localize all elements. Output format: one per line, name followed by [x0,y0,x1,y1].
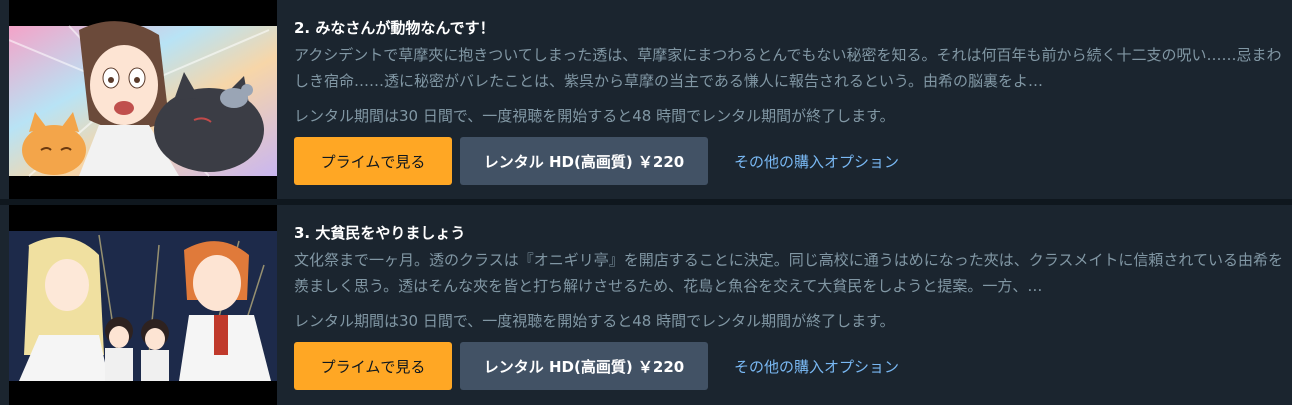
episode-title[interactable]: 3. 大貧民をやりましょう [294,219,465,247]
more-purchase-options-link[interactable]: その他の購入オプション [734,356,899,377]
episode-thumbnail[interactable] [9,205,277,405]
episode-list: 2. みなさんが動物なんです！ アクシデントで草摩夾に抱きついてしまった透は、草… [0,0,1292,405]
episode-thumbnail[interactable] [9,0,277,199]
episode-actions: プライムで見る レンタル HD(高画質) ￥220 その他の購入オプション [294,342,899,390]
episode-synopsis: 文化祭まで一ヶ月。透のクラスは『オニギリ亭』を開店することに決定。同じ高校に通う… [294,251,1283,295]
rent-hd-button[interactable]: レンタル HD(高画質) ￥220 [460,137,708,185]
episode-actions: プライムで見る レンタル HD(高画質) ￥220 その他の購入オプション [294,137,899,185]
episode-card: 2. みなさんが動物なんです！ アクシデントで草摩夾に抱きついてしまった透は、草… [0,0,1292,199]
more-purchase-options-link[interactable]: その他の購入オプション [734,151,899,172]
episode-title[interactable]: 2. みなさんが動物なんです！ [294,14,495,42]
watch-with-prime-button[interactable]: プライムで見る [294,137,452,185]
rent-hd-button[interactable]: レンタル HD(高画質) ￥220 [460,342,708,390]
rental-note: レンタル期間は30 日間で、一度視聴を開始すると48 時間でレンタル期間が終了し… [294,107,895,125]
episode-card: 3. 大貧民をやりましょう 文化祭まで一ヶ月。透のクラスは『オニギリ亭』を開店す… [0,205,1292,405]
rental-note: レンタル期間は30 日間で、一度視聴を開始すると48 時間でレンタル期間が終了し… [294,312,895,330]
episode-synopsis: アクシデントで草摩夾に抱きついてしまった透は、草摩家にまつわるとんでもない秘密を… [294,46,1282,90]
watch-with-prime-button[interactable]: プライムで見る [294,342,452,390]
